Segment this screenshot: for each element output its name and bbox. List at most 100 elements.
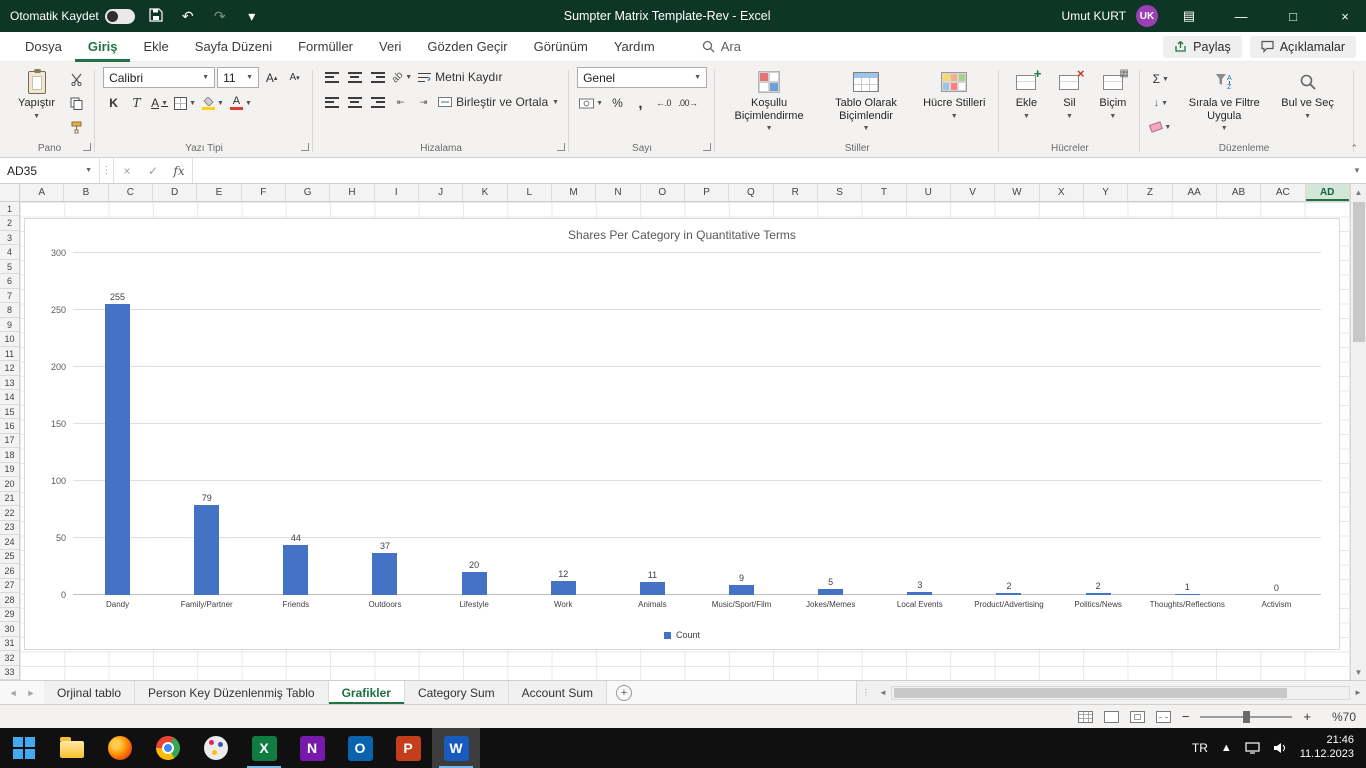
column-header-w[interactable]: W <box>995 184 1039 201</box>
column-header-x[interactable]: X <box>1040 184 1084 201</box>
align-top-icon[interactable] <box>321 67 342 87</box>
sheet-tab-category-sum[interactable]: Category Sum <box>405 681 509 704</box>
zoom-slider[interactable] <box>1200 716 1292 718</box>
paste-button[interactable]: Yapıştır ▼ <box>12 67 61 124</box>
row-header-11[interactable]: 11 <box>0 347 19 361</box>
row-header-16[interactable]: 16 <box>0 419 19 433</box>
column-header-c[interactable]: C <box>109 184 153 201</box>
page-break-view-icon[interactable] <box>1156 711 1171 723</box>
select-all-corner[interactable] <box>0 184 20 201</box>
format-cells-button[interactable]: Biçim ▼ <box>1093 67 1132 124</box>
column-header-aa[interactable]: AA <box>1173 184 1217 201</box>
align-right-icon[interactable] <box>367 92 388 112</box>
conditional-formatting-button[interactable]: Koşullu Biçimlendirme ▼ <box>723 67 815 136</box>
row-header-25[interactable]: 25 <box>0 550 19 564</box>
row-header-18[interactable]: 18 <box>0 448 19 462</box>
italic-button[interactable]: T <box>126 93 147 113</box>
column-header-a[interactable]: A <box>20 184 64 201</box>
volume-icon[interactable] <box>1273 742 1287 754</box>
chart-bar[interactable]: 1 <box>1175 594 1200 595</box>
row-header-23[interactable]: 23 <box>0 521 19 535</box>
decrease-decimal-icon[interactable]: .00→ <box>676 93 700 113</box>
decrease-font-icon[interactable]: A▾ <box>284 68 305 88</box>
vertical-scrollbar[interactable]: ▲ ▼ <box>1350 184 1366 680</box>
column-header-e[interactable]: E <box>197 184 241 201</box>
chart-bar[interactable]: 11 <box>640 582 665 595</box>
chart-bar[interactable]: 79 <box>194 505 219 595</box>
column-header-f[interactable]: F <box>242 184 286 201</box>
column-header-y[interactable]: Y <box>1084 184 1128 201</box>
ribbon-tab-veri[interactable]: Veri <box>366 32 414 62</box>
row-header-26[interactable]: 26 <box>0 564 19 578</box>
redo-icon[interactable]: ↷ <box>209 8 231 25</box>
zoom-slider-thumb[interactable] <box>1243 711 1250 723</box>
taskbar-app-file-explorer[interactable] <box>48 728 96 768</box>
row-header-27[interactable]: 27 <box>0 579 19 593</box>
accounting-format-icon[interactable]: ▼ <box>577 93 605 113</box>
number-format-combo[interactable]: Genel▼ <box>577 67 707 88</box>
row-header-17[interactable]: 17 <box>0 434 19 448</box>
enter-icon[interactable]: ✓ <box>140 158 166 183</box>
comma-style-icon[interactable]: , <box>630 93 651 113</box>
column-header-g[interactable]: G <box>286 184 330 201</box>
zoom-in-icon[interactable]: + <box>1303 709 1311 724</box>
column-header-m[interactable]: M <box>552 184 596 201</box>
normal-view-icon[interactable] <box>1104 711 1119 723</box>
ribbon-tab-form-ller[interactable]: Formüller <box>285 32 366 62</box>
save-icon[interactable] <box>145 8 167 25</box>
row-header-5[interactable]: 5 <box>0 260 19 274</box>
column-header-p[interactable]: P <box>685 184 729 201</box>
row-header-28[interactable]: 28 <box>0 593 19 607</box>
row-header-20[interactable]: 20 <box>0 477 19 491</box>
underline-button[interactable]: A▼ <box>149 93 170 113</box>
align-center-icon[interactable] <box>344 92 365 112</box>
font-size-combo[interactable]: 11▼ <box>217 67 259 88</box>
clear-button[interactable]: ▼ <box>1148 117 1173 137</box>
taskbar-app-onenote[interactable]: N <box>288 728 336 768</box>
chart-bar[interactable]: 5 <box>818 589 843 595</box>
customize-toolbar-icon[interactable]: ▾ <box>241 8 263 25</box>
autosum-button[interactable]: Σ▼ <box>1148 69 1173 89</box>
column-header-ab[interactable]: AB <box>1217 184 1261 201</box>
row-header-3[interactable]: 3 <box>0 231 19 245</box>
scroll-down-icon[interactable]: ▼ <box>1351 664 1366 680</box>
orientation-icon[interactable]: ab▼ <box>390 67 414 87</box>
dialog-launcher-icon[interactable] <box>301 143 309 151</box>
taskbar-app-outlook[interactable]: O <box>336 728 384 768</box>
row-header-30[interactable]: 30 <box>0 622 19 636</box>
avatar[interactable]: UK <box>1136 5 1158 27</box>
column-header-h[interactable]: H <box>330 184 374 201</box>
close-button[interactable]: × <box>1324 0 1366 32</box>
ribbon-tab-g-r-n-m[interactable]: Görünüm <box>521 32 601 62</box>
row-header-1[interactable]: 1 <box>0 202 19 216</box>
scrollbar-splitter[interactable]: ⋮ <box>857 688 875 697</box>
row-header-31[interactable]: 31 <box>0 637 19 651</box>
sheet-tab-person-key-d-zenlenmi-tablo[interactable]: Person Key Düzenlenmiş Tablo <box>135 681 329 704</box>
sheet-tab-orjinal-tablo[interactable]: Orjinal tablo <box>44 681 135 704</box>
ribbon-display-options-icon[interactable]: ▤ <box>1168 0 1210 32</box>
row-header-21[interactable]: 21 <box>0 492 19 506</box>
ribbon-tab-dosya[interactable]: Dosya <box>12 32 75 62</box>
sheet-tab-account-sum[interactable]: Account Sum <box>509 681 607 704</box>
cancel-icon[interactable]: × <box>114 158 140 183</box>
row-header-29[interactable]: 29 <box>0 608 19 622</box>
column-header-s[interactable]: S <box>818 184 862 201</box>
search-box[interactable]: Ara <box>702 39 741 54</box>
increase-font-icon[interactable]: A▴ <box>261 68 282 88</box>
chart-bar[interactable]: 255 <box>105 304 130 595</box>
column-header-j[interactable]: J <box>419 184 463 201</box>
wrap-text-button[interactable]: Metni Kaydır <box>416 67 504 87</box>
row-header-10[interactable]: 10 <box>0 332 19 346</box>
formula-input[interactable] <box>192 158 1348 183</box>
chart[interactable]: Shares Per Category in Quantitative Term… <box>24 218 1340 650</box>
column-header-n[interactable]: N <box>596 184 640 201</box>
share-button[interactable]: Paylaş <box>1163 36 1242 58</box>
align-left-icon[interactable] <box>321 92 342 112</box>
increase-indent-icon[interactable]: ⇥ <box>413 92 434 112</box>
name-box[interactable]: AD35 ▼ <box>0 158 100 183</box>
row-header-33[interactable]: 33 <box>0 666 19 680</box>
ribbon-tab-ekle[interactable]: Ekle <box>130 32 181 62</box>
account-name[interactable]: Umut KURT <box>1062 9 1126 23</box>
ribbon-tab-sayfa-d-zeni[interactable]: Sayfa Düzeni <box>182 32 285 62</box>
row-header-13[interactable]: 13 <box>0 376 19 390</box>
